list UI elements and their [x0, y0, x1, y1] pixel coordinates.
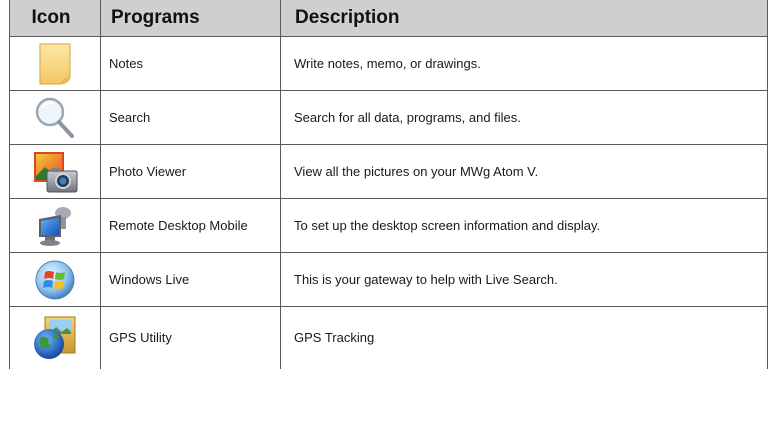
- program-description: Write notes, memo, or drawings.: [280, 36, 768, 91]
- header-description: Description: [280, 0, 768, 37]
- program-name: Search: [100, 90, 281, 145]
- icon-cell: [9, 144, 101, 199]
- program-description: This is your gateway to help with Live S…: [280, 252, 768, 307]
- icon-cell: [9, 252, 101, 307]
- table-row: Windows Live This is your gateway to hel…: [9, 252, 768, 307]
- table-row: Photo Viewer View all the pictures on yo…: [9, 144, 768, 199]
- windows-live-icon: [34, 259, 76, 301]
- header-programs: Programs: [100, 0, 281, 37]
- programs-table: Icon Programs Description Notes Write no…: [9, 0, 768, 369]
- program-description: View all the pictures on your MWg Atom V…: [280, 144, 768, 199]
- program-name: Photo Viewer: [100, 144, 281, 199]
- program-name: Remote Desktop Mobile: [100, 198, 281, 253]
- table-row: GPS Utility GPS Tracking: [9, 306, 768, 369]
- header-icon: Icon: [9, 0, 101, 37]
- remote-desktop-icon: [33, 203, 77, 249]
- program-name: Notes: [100, 36, 281, 91]
- program-description: GPS Tracking: [280, 306, 768, 369]
- icon-cell: [9, 90, 101, 145]
- program-description: To set up the desktop screen information…: [280, 198, 768, 253]
- icon-cell: [9, 198, 101, 253]
- table-row: Search Search for all data, programs, an…: [9, 90, 768, 145]
- table-row: Notes Write notes, memo, or drawings.: [9, 36, 768, 91]
- notes-icon: [35, 41, 75, 87]
- program-name: GPS Utility: [100, 306, 281, 369]
- photo-viewer-icon: [31, 149, 79, 195]
- icon-cell: [9, 36, 101, 91]
- table-header-row: Icon Programs Description: [9, 0, 768, 37]
- search-icon: [33, 95, 77, 141]
- gps-utility-icon: [31, 313, 79, 363]
- program-description: Search for all data, programs, and files…: [280, 90, 768, 145]
- icon-cell: [9, 306, 101, 369]
- program-name: Windows Live: [100, 252, 281, 307]
- table-row: Remote Desktop Mobile To set up the desk…: [9, 198, 768, 253]
